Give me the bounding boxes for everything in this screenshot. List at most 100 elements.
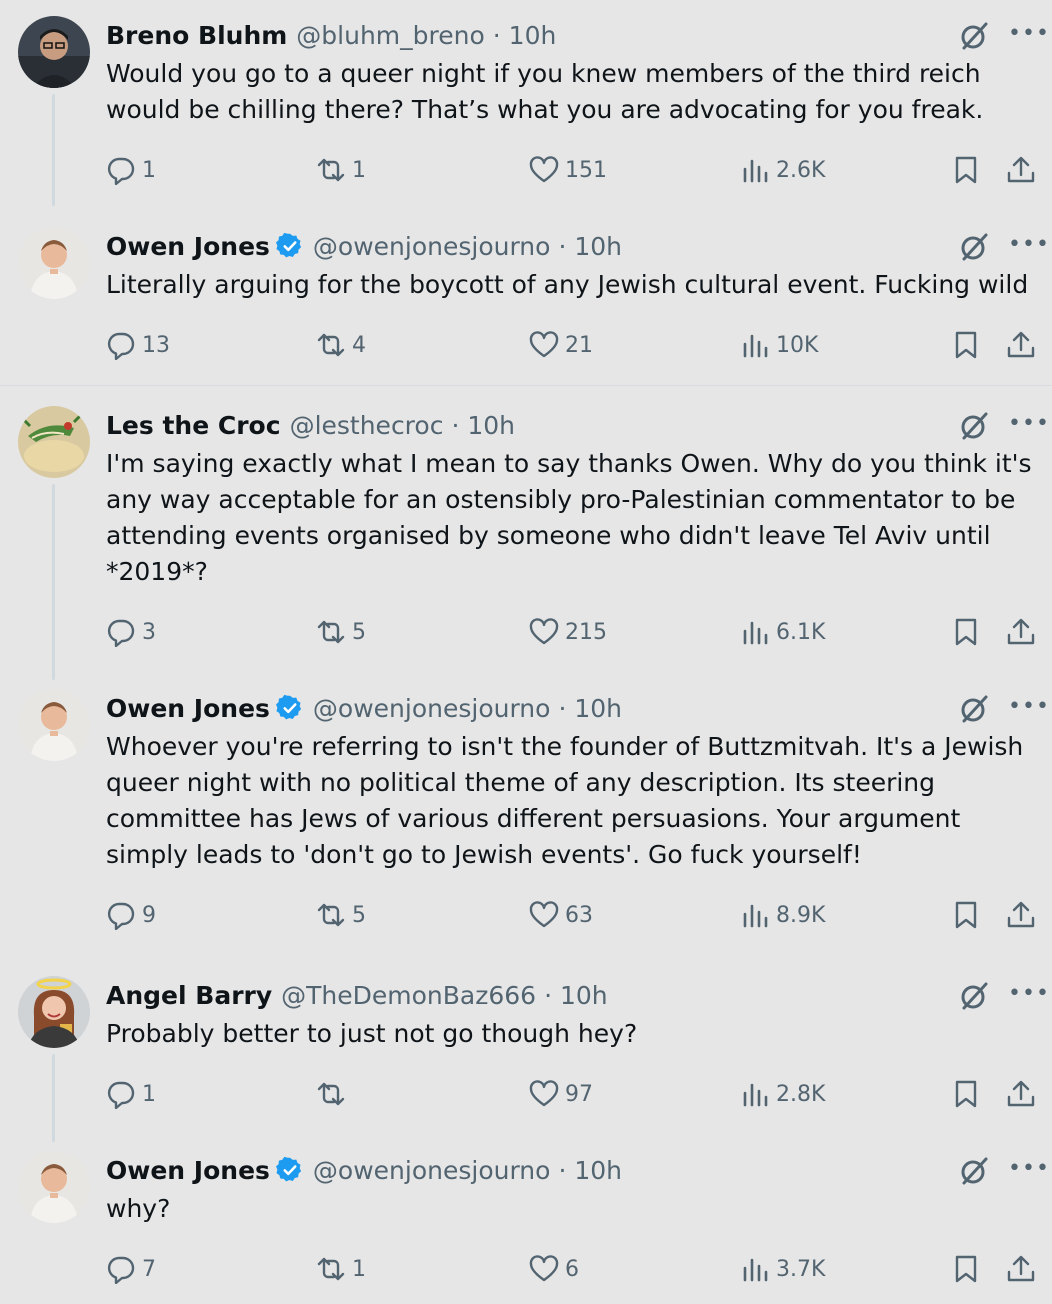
author-handle[interactable]: @owenjonesjourno [313,232,551,261]
views-icon [743,621,768,645]
more-icon[interactable]: ••• [1008,980,1049,1008]
avatar[interactable] [18,1151,90,1223]
author-handle[interactable]: @owenjonesjourno [313,694,551,723]
repost-button[interactable]: 4 [316,327,366,363]
timestamp[interactable]: · 10h [558,694,622,723]
bookmark-button[interactable] [951,614,981,650]
author-name[interactable]: Angel Barry [106,981,272,1010]
tweet[interactable]: Owen Jones @owenjonesjourno · 10h ••• Wh… [0,689,1052,949]
heart-icon [529,331,559,358]
bookmark-icon [955,331,977,359]
repost-button[interactable]: 5 [316,897,366,933]
views-button[interactable]: 3.7K [740,1251,825,1287]
bookmark-button[interactable] [951,327,981,363]
author-name[interactable]: Owen Jones [106,232,270,261]
tweet[interactable]: Owen Jones @owenjonesjourno · 10h ••• Li… [0,227,1052,377]
avatar[interactable] [18,976,90,1048]
tweet[interactable]: Breno Bluhm @bluhm_breno · 10h ••• Would… [0,16,1052,206]
like-button[interactable]: 21 [529,327,593,363]
author-name[interactable]: Owen Jones [106,694,270,723]
tweet[interactable]: Angel Barry @TheDemonBaz666 · 10h ••• Pr… [0,976,1052,1142]
timestamp[interactable]: · 10h [451,411,515,440]
timestamp[interactable]: · 10h [558,1156,622,1185]
bookmark-icon [955,901,977,929]
views-button[interactable]: 8.9K [740,897,825,933]
share-button[interactable] [1006,614,1036,650]
like-button[interactable]: 151 [529,152,607,188]
views-button[interactable]: 10K [740,327,818,363]
grok-icon[interactable] [958,410,990,442]
timestamp[interactable]: · 10h [493,21,557,50]
grok-icon[interactable] [958,693,990,725]
bookmark-button[interactable] [951,1251,981,1287]
like-button[interactable]: 6 [529,1251,579,1287]
bookmark-button[interactable] [951,897,981,933]
reply-count: 13 [142,332,170,358]
reply-button[interactable]: 1 [106,152,156,188]
repost-button[interactable]: 1 [316,152,366,188]
repost-button[interactable] [316,1076,352,1112]
grok-icon[interactable] [958,20,990,52]
bookmark-icon [955,1255,977,1283]
bookmark-button[interactable] [951,1076,981,1112]
avatar[interactable] [18,689,90,761]
action-bar: 1 97 2.8K [0,1076,1052,1112]
more-icon[interactable]: ••• [1008,20,1049,48]
views-icon [743,904,768,928]
more-icon[interactable]: ••• [1008,693,1049,721]
author-handle[interactable]: @TheDemonBaz666 [281,981,536,1010]
avatar[interactable] [18,406,90,478]
share-button[interactable] [1006,897,1036,933]
reply-button[interactable]: 7 [106,1251,156,1287]
tweet[interactable]: Les the Croc @lesthecroc · 10h ••• I'm s… [0,406,1052,680]
thread-line [52,484,55,680]
author-handle[interactable]: @owenjonesjourno [313,1156,551,1185]
reply-count: 7 [142,1256,156,1282]
views-button[interactable]: 6.1K [740,614,825,650]
reply-icon [107,619,135,647]
author-handle[interactable]: @bluhm_breno [296,21,484,50]
share-button[interactable] [1006,327,1036,363]
author-handle[interactable]: @lesthecroc [290,411,444,440]
author-name[interactable]: Les the Croc [106,411,281,440]
grok-icon[interactable] [958,231,990,263]
views-button[interactable]: 2.8K [740,1076,825,1112]
reply-button[interactable]: 13 [106,327,170,363]
repost-icon [317,333,345,357]
share-button[interactable] [1006,1076,1036,1112]
view-count: 10K [776,332,819,358]
tweet-text: Would you go to a queer night if you kne… [106,59,984,124]
reply-button[interactable]: 1 [106,1076,156,1112]
like-button[interactable]: 63 [529,897,593,933]
timestamp[interactable]: · 10h [544,981,608,1010]
grok-icon[interactable] [958,1155,990,1187]
like-button[interactable]: 97 [529,1076,593,1112]
avatar[interactable] [18,227,90,299]
grok-icon[interactable] [958,980,990,1012]
more-icon[interactable]: ••• [1008,1155,1049,1183]
more-icon[interactable]: ••• [1008,231,1049,259]
author-name[interactable]: Breno Bluhm [106,21,287,50]
reply-button[interactable]: 3 [106,614,156,650]
repost-button[interactable]: 5 [316,614,366,650]
share-button[interactable] [1006,152,1036,188]
author-name[interactable]: Owen Jones [106,1156,270,1185]
like-count: 63 [565,902,593,928]
share-button[interactable] [1006,1251,1036,1287]
view-count: 2.6K [776,157,826,183]
bookmark-button[interactable] [951,152,981,188]
repost-count: 1 [352,157,366,183]
views-button[interactable]: 2.6K [740,152,825,188]
share-icon [1007,618,1035,645]
tweet[interactable]: Owen Jones @owenjonesjourno · 10h ••• wh… [0,1151,1052,1301]
avatar[interactable] [18,16,90,88]
reply-button[interactable]: 9 [106,897,156,933]
repost-button[interactable]: 1 [316,1251,366,1287]
timestamp[interactable]: · 10h [558,232,622,261]
repost-count: 4 [352,332,366,358]
like-button[interactable]: 215 [529,614,607,650]
more-icon[interactable]: ••• [1008,410,1049,438]
heart-icon [529,156,559,183]
tweet-header: Owen Jones @owenjonesjourno · 10h [106,691,622,725]
action-bar: 7 1 6 3.7K [0,1251,1052,1287]
